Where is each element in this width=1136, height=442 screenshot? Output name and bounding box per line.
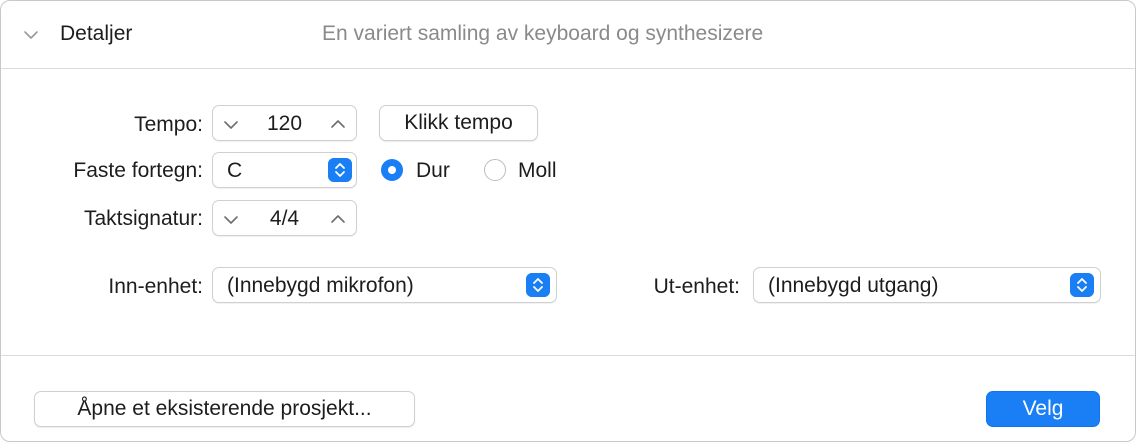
minor-label[interactable]: Moll (518, 159, 557, 183)
input-device-popup[interactable]: (Innebygd mikrofon) (212, 267, 557, 303)
details-title: Detaljer (60, 22, 133, 45)
minor-radio[interactable] (484, 159, 506, 181)
input-device-value: (Innebygd mikrofon) (227, 274, 414, 297)
chevron-down-icon[interactable] (22, 26, 40, 44)
key-value: C (227, 159, 243, 182)
major-label[interactable]: Dur (416, 159, 450, 183)
up-down-arrows-icon (328, 158, 352, 182)
choose-button[interactable]: Velg (986, 391, 1100, 427)
tempo-stepper: 120 (212, 105, 357, 141)
tap-tempo-button[interactable]: Klikk tempo (379, 105, 538, 141)
output-device-value: (Innebygd utgang) (768, 274, 939, 297)
time-signature-label: Taktsignatur: (83, 207, 203, 230)
up-down-arrows-icon (526, 273, 550, 297)
tempo-label: Tempo: (134, 113, 203, 136)
key-label: Faste fortegn: (73, 159, 203, 182)
header-divider (1, 68, 1135, 69)
increment-chevron-icon[interactable] (328, 114, 348, 134)
increment-chevron-icon[interactable] (328, 209, 348, 229)
key-popup[interactable]: C (212, 152, 357, 188)
footer-divider (1, 355, 1135, 356)
output-device-label: Ut-enhet: (653, 275, 740, 298)
output-device-popup[interactable]: (Innebygd utgang) (753, 267, 1101, 303)
details-description: En variert samling av keyboard og synthe… (322, 22, 764, 45)
time-signature-stepper: 4/4 (212, 200, 357, 236)
details-header[interactable]: Detaljer En variert samling av keyboard … (0, 0, 1136, 68)
input-device-label: Inn-enhet: (108, 275, 203, 298)
major-radio[interactable] (381, 159, 403, 181)
up-down-arrows-icon (1070, 273, 1094, 297)
open-existing-project-button[interactable]: Åpne et eksisterende prosjekt... (34, 391, 415, 427)
